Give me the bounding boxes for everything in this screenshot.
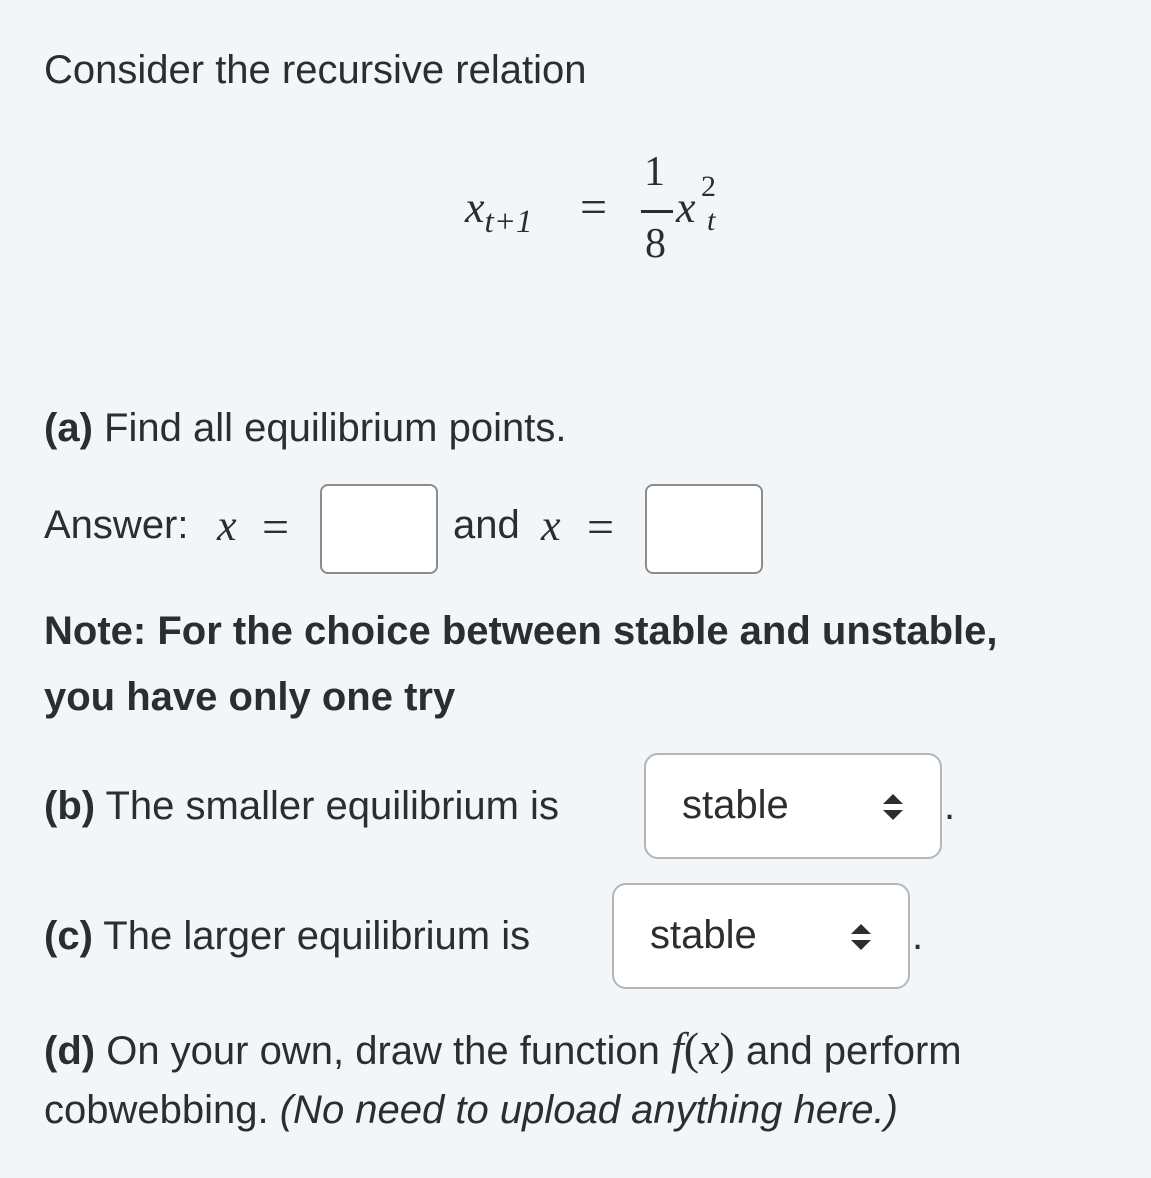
part-b-label: (b) — [44, 784, 96, 828]
part-a-question: (a) Find all equilibrium points. — [44, 406, 566, 451]
part-b-text: The smaller equilibrium is — [105, 784, 559, 828]
answer-equals-1: = — [262, 501, 290, 554]
and-text: and — [453, 503, 520, 547]
answer-var-2: x — [541, 501, 561, 550]
equation-rhs-var: x — [676, 183, 696, 232]
intro-text: Consider the recursive relation — [44, 48, 587, 92]
smaller-equilibrium-select[interactable]: stable — [644, 753, 942, 859]
function-name: f — [670, 1023, 684, 1074]
part-c-text: The larger equilibrium is — [103, 914, 531, 958]
fraction-bar — [641, 210, 673, 213]
function-paren-open: ( — [683, 1023, 700, 1074]
note-line-2: you have only one try — [44, 675, 456, 719]
answer-prefix: Answer: — [44, 503, 189, 547]
fraction-numerator: 1 — [644, 149, 665, 195]
larger-equilibrium-selected-value: stable — [650, 913, 757, 957]
part-d-text-1: On your own, draw the function — [106, 1029, 660, 1073]
part-c-period: . — [912, 914, 924, 958]
answer-var-1: x — [217, 501, 237, 550]
equilibrium-input-2[interactable] — [645, 484, 763, 574]
smaller-equilibrium-selected-value: stable — [682, 783, 789, 827]
part-d-label: (d) — [44, 1029, 96, 1073]
part-d-line-2: cobwebbing. (No need to upload anything … — [44, 1088, 898, 1133]
part-d-text-2: and perform — [745, 1029, 962, 1073]
select-arrows-icon — [851, 924, 871, 950]
function-var: x — [699, 1023, 720, 1074]
select-arrows-icon — [883, 794, 903, 820]
equation-lhs-subscript: t+1 — [484, 204, 533, 240]
function-paren-close: ) — [719, 1023, 735, 1074]
part-c-label: (c) — [44, 914, 93, 958]
note-line-1: Note: For the choice between stable and … — [44, 609, 998, 653]
part-d-line-1: (d) On your own, draw the function f(x) … — [44, 1022, 962, 1075]
part-c-question: (c) The larger equilibrium is — [44, 914, 530, 959]
part-a-label: (a) — [44, 406, 93, 450]
part-d-cobwebbing-text: cobwebbing. — [44, 1088, 269, 1132]
equation-equals: = — [580, 181, 608, 234]
fraction-denominator: 8 — [645, 221, 666, 267]
part-b-question: (b) The smaller equilibrium is — [44, 784, 559, 829]
equation-rhs-exponent: 2 — [701, 170, 716, 203]
part-d-note-italic: (No need to upload anything here.) — [279, 1088, 898, 1132]
answer-equals-2: = — [587, 501, 615, 554]
equation-lhs: xt+1 — [465, 183, 533, 240]
larger-equilibrium-select[interactable]: stable — [612, 883, 910, 989]
equation-rhs-subscript: t — [707, 204, 716, 237]
equilibrium-input-1[interactable] — [320, 484, 438, 574]
part-a-text: Find all equilibrium points. — [104, 406, 567, 450]
part-b-period: . — [944, 784, 956, 828]
